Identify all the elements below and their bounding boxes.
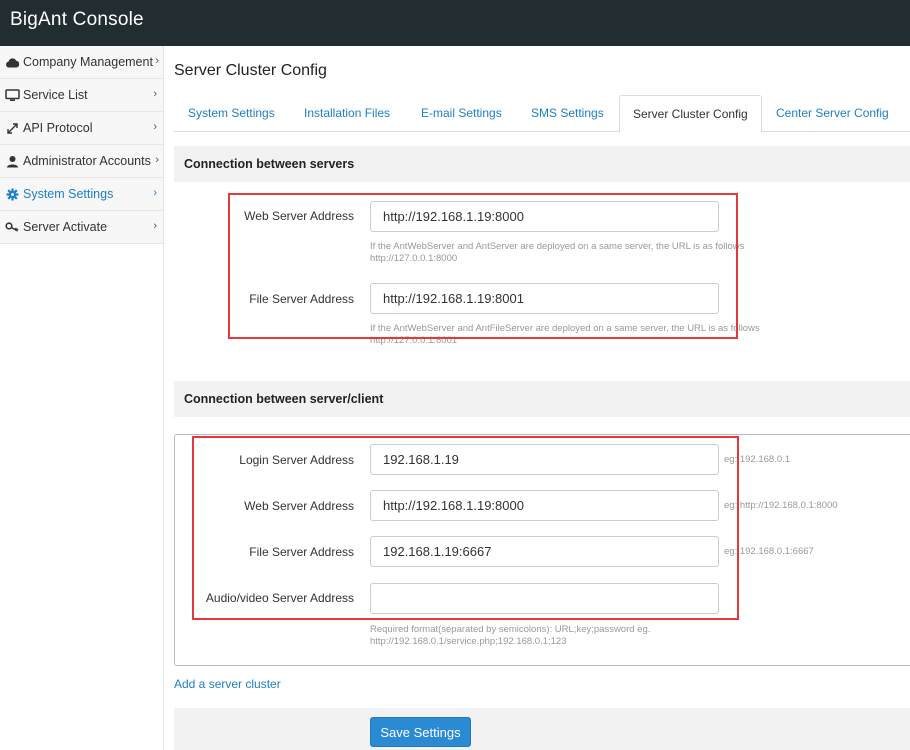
user-icon	[4, 154, 20, 168]
av-server-help: Required format(separated by semicolons)…	[370, 624, 770, 648]
tab-server-cluster-config[interactable]: Server Cluster Config	[619, 95, 762, 133]
client-web-server-hint: eg: http://192.168.0.1:8000	[724, 500, 838, 511]
app-title: BigAnt Console	[10, 9, 144, 30]
section-header-client: Connection between server/client	[174, 381, 910, 417]
sidebar-item-label: System Settings	[23, 187, 114, 201]
monitor-icon	[4, 88, 20, 102]
chevron-right-icon: ›	[153, 121, 157, 133]
sidebar-item-server-activate[interactable]: Server Activate ›	[0, 211, 163, 244]
client-web-server-label: Web Server Address	[244, 499, 354, 513]
main-content: Server Cluster Config System Settings In…	[164, 46, 910, 750]
av-server-label: Audio/video Server Address	[205, 591, 354, 605]
sidebar-item-system-settings[interactable]: System Settings ›	[0, 178, 163, 211]
file-server-input[interactable]	[370, 283, 719, 314]
sidebar-item-label: API Protocol	[23, 121, 93, 135]
save-settings-button[interactable]: Save Settings	[370, 717, 471, 747]
sidebar-item-label: Company Management	[23, 55, 153, 69]
tab-installation-files[interactable]: Installation Files	[304, 95, 390, 132]
sidebar-item-api-protocol[interactable]: API Protocol ›	[0, 112, 163, 145]
sidebar: Company Management › Service List › API …	[0, 46, 164, 750]
help-text: Required format(separated by semicolons)…	[370, 624, 651, 635]
client-file-server-input[interactable]	[370, 536, 719, 567]
login-server-label: Login Server Address	[239, 453, 354, 467]
gear-icon	[4, 187, 20, 201]
client-web-server-input[interactable]	[370, 490, 719, 521]
chevron-right-icon: ›	[153, 88, 157, 100]
web-server-label: Web Server Address	[244, 209, 354, 223]
chevron-right-icon: ›	[155, 154, 159, 166]
login-server-input[interactable]	[370, 444, 719, 475]
help-text: http://127.0.0.1:8000	[370, 253, 458, 264]
add-server-cluster-link[interactable]: Add a server cluster	[174, 677, 281, 691]
help-text: http://192.168.0.1/service.php;192.168.0…	[370, 636, 567, 647]
login-server-hint: eg: 192.168.0.1	[724, 454, 791, 465]
help-text: If the AntWebServer and AntServer are de…	[370, 241, 745, 252]
form-footer	[174, 708, 910, 750]
tab-email-settings[interactable]: E-mail Settings	[421, 95, 502, 132]
sidebar-item-label: Service List	[23, 88, 88, 102]
chevron-right-icon: ›	[153, 220, 157, 232]
tab-system-settings[interactable]: System Settings	[188, 95, 275, 132]
section-header-servers: Connection between servers	[174, 146, 910, 182]
chevron-right-icon: ›	[155, 55, 159, 67]
cloud-icon	[4, 55, 20, 69]
client-file-server-label: File Server Address	[249, 545, 354, 559]
web-server-help: If the AntWebServer and AntServer are de…	[370, 241, 840, 265]
web-server-input[interactable]	[370, 201, 719, 232]
sidebar-item-administrator-accounts[interactable]: Administrator Accounts ›	[0, 145, 163, 178]
help-text: http://127.0.0.1:8001	[370, 335, 458, 346]
tab-sms-settings[interactable]: SMS Settings	[531, 95, 604, 132]
av-server-input[interactable]	[370, 583, 719, 614]
chevron-right-icon: ›	[153, 187, 157, 199]
sidebar-item-service-list[interactable]: Service List ›	[0, 79, 163, 112]
file-server-label: File Server Address	[249, 292, 354, 306]
top-bar: BigAnt Console	[0, 0, 910, 46]
help-text: If the AntWebServer and AntFileServer ar…	[370, 323, 760, 334]
tab-center-server-config[interactable]: Center Server Config	[776, 95, 889, 132]
sidebar-item-company-management[interactable]: Company Management ›	[0, 46, 163, 79]
sidebar-item-label: Server Activate	[23, 220, 108, 234]
tab-bar: System Settings Installation Files E-mai…	[174, 95, 910, 133]
page-title: Server Cluster Config	[174, 62, 327, 79]
client-file-server-hint: eg: 192.168.0.1:6667	[724, 546, 814, 557]
file-server-help: If the AntWebServer and AntFileServer ar…	[370, 323, 890, 347]
expand-arrows-icon	[4, 121, 20, 135]
sidebar-item-label: Administrator Accounts	[23, 154, 151, 168]
key-icon	[4, 220, 20, 234]
